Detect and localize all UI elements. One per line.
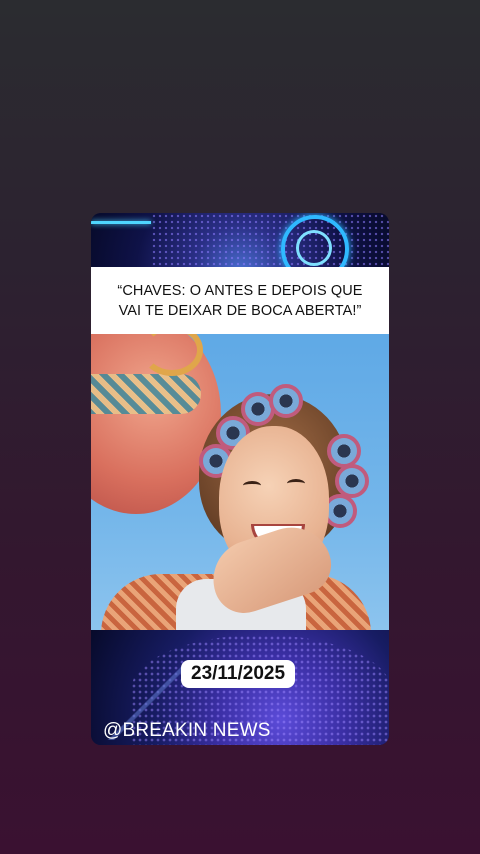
news-card[interactable]: “CHAVES: O ANTES E DEPOIS QUE VAI TE DEI… bbox=[91, 213, 389, 745]
hair-roller bbox=[269, 384, 303, 418]
hair-roller bbox=[327, 434, 361, 468]
hair-roller bbox=[335, 464, 369, 498]
eye-right bbox=[287, 479, 305, 488]
source-handle[interactable]: @BREAKIN NEWS bbox=[103, 720, 271, 742]
date-badge: 23/11/2025 bbox=[181, 660, 296, 688]
bottom-globe-banner: 23/11/2025 @BREAKIN NEWS bbox=[91, 630, 389, 745]
post-photo bbox=[91, 334, 389, 630]
top-globe-banner bbox=[91, 213, 389, 267]
eye-left bbox=[243, 481, 261, 490]
headline-box: “CHAVES: O ANTES E DEPOIS QUE VAI TE DEI… bbox=[91, 267, 389, 334]
headline-text: “CHAVES: O ANTES E DEPOIS QUE VAI TE DEI… bbox=[117, 282, 363, 319]
